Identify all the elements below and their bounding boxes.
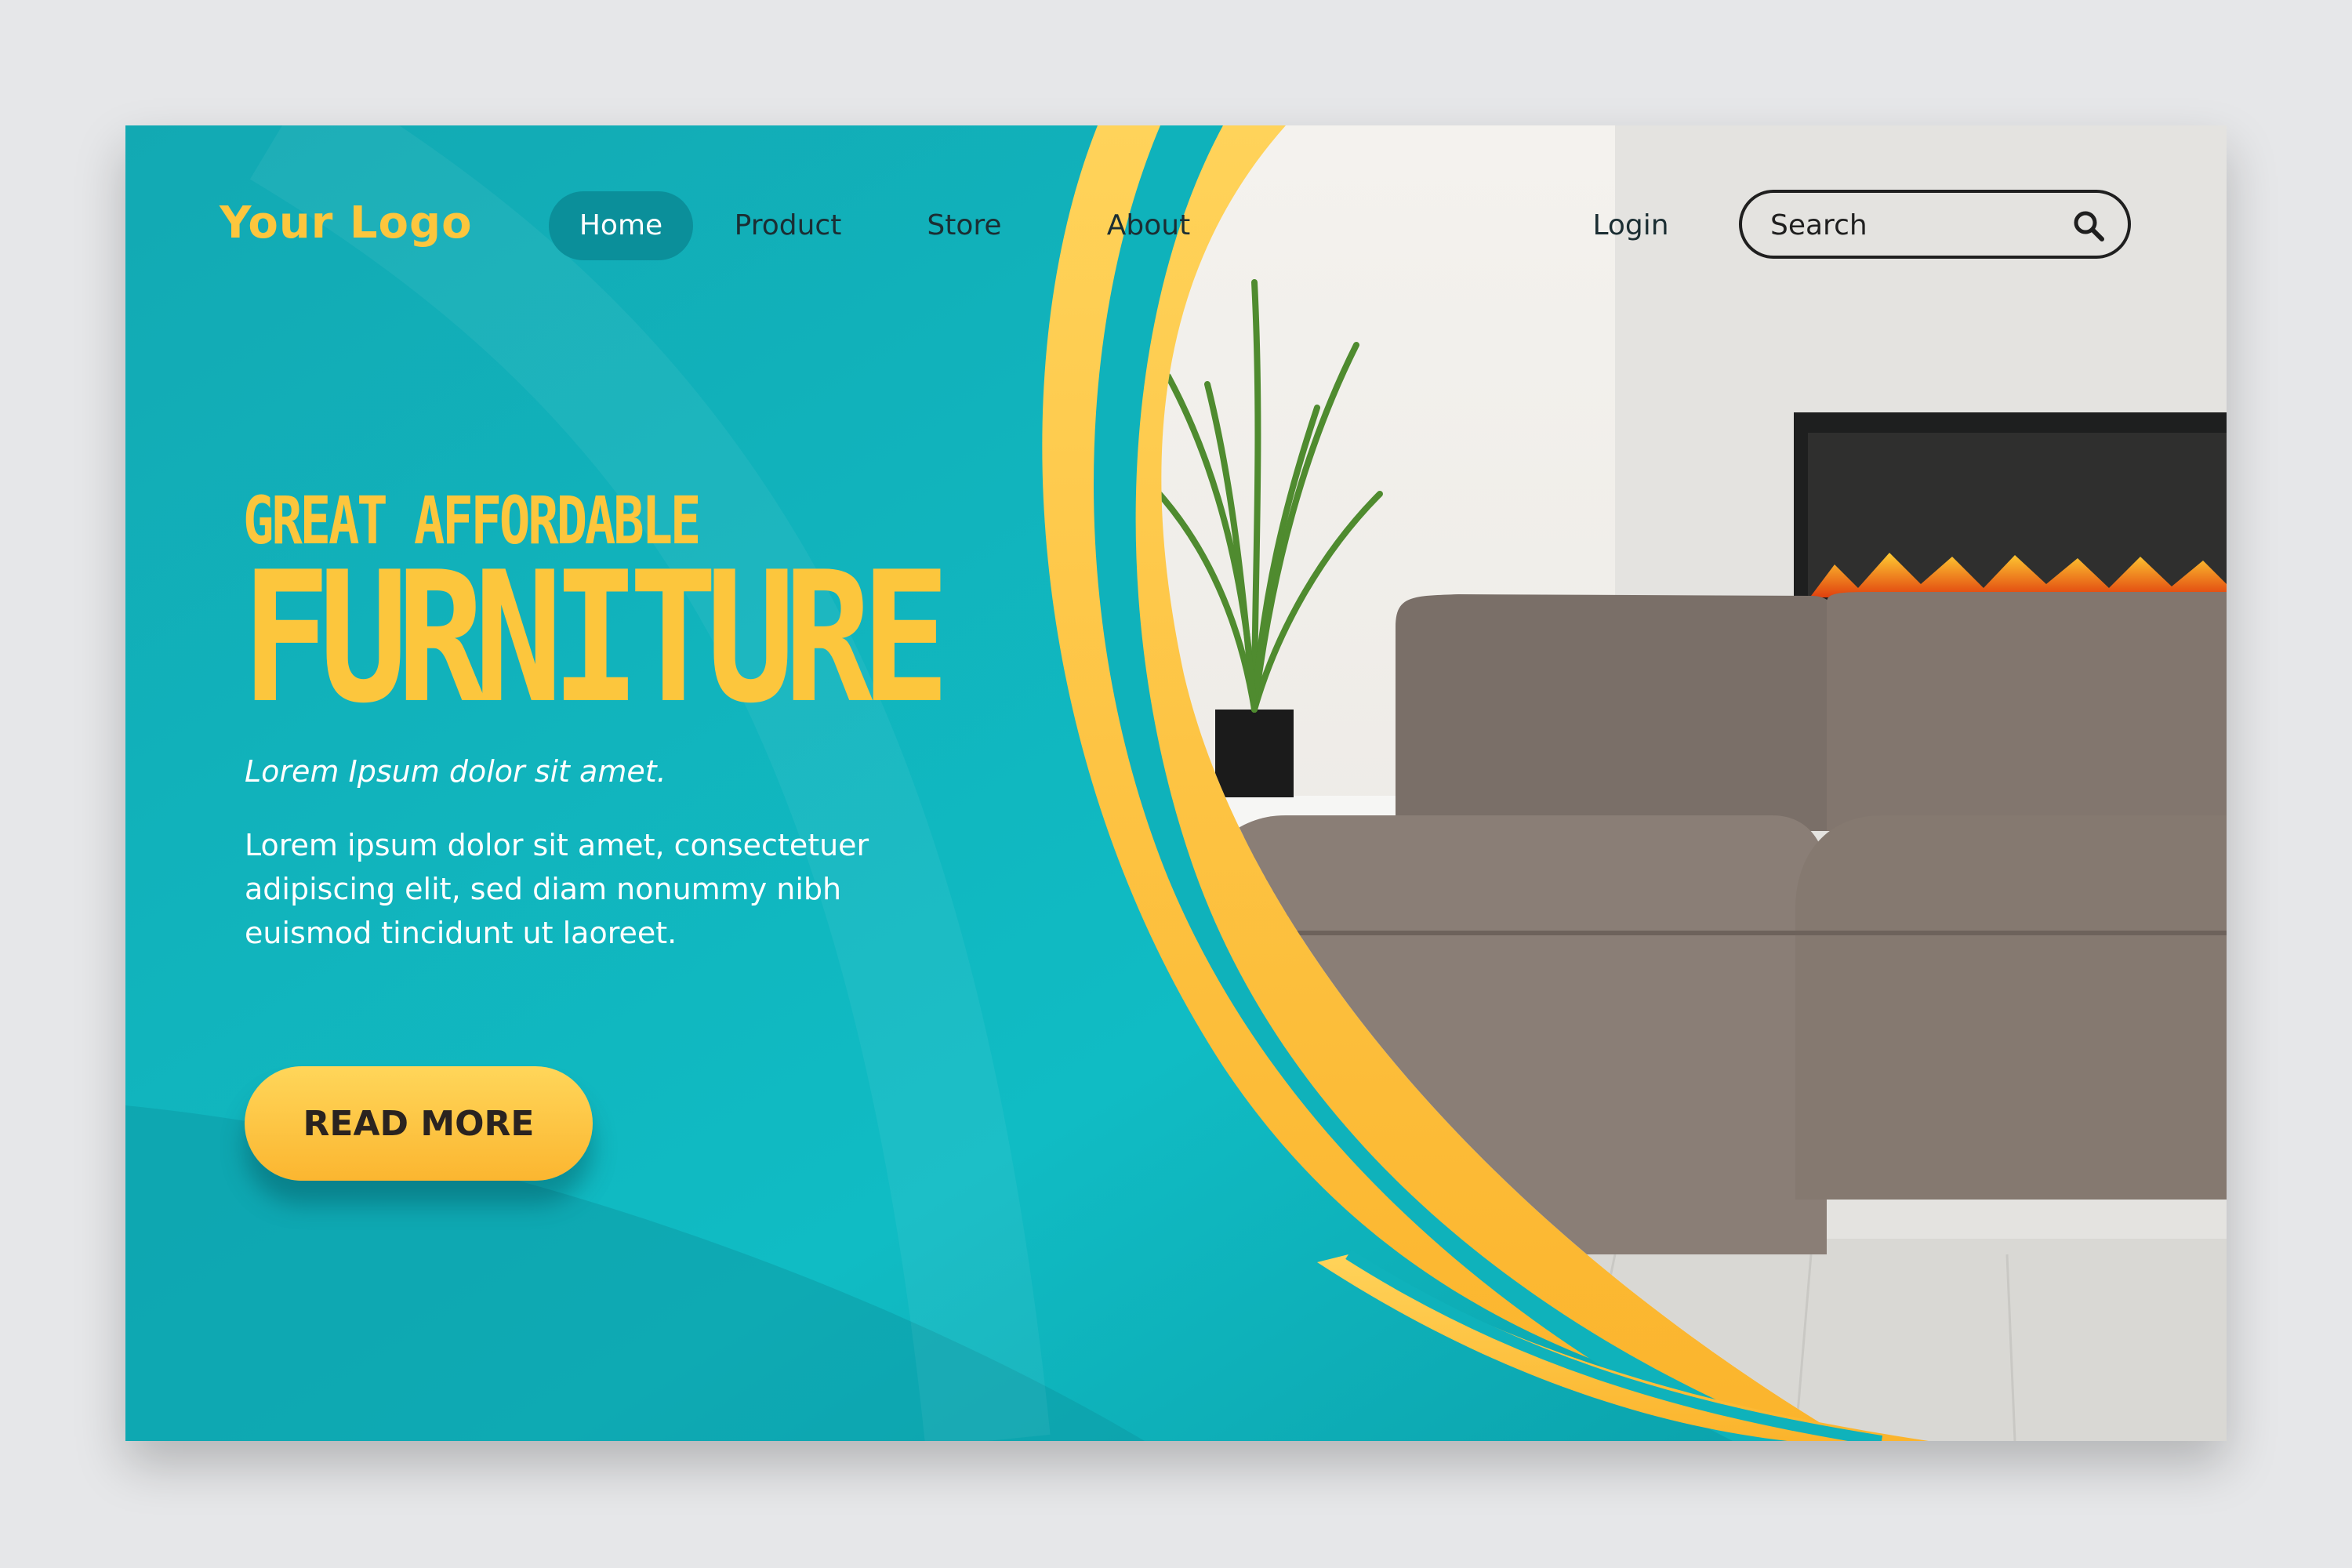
hero-title: FURNITURE	[241, 534, 950, 743]
read-more-button[interactable]: READ MORE	[245, 1066, 593, 1181]
search-box[interactable]	[1739, 190, 2131, 259]
hero-tagline: Lorem Ipsum dolor sit amet.	[245, 754, 666, 789]
landing-page: Your Logo Home Product Store About Login…	[125, 125, 2227, 1441]
hero-description: Lorem ipsum dolor sit amet, consectetuer…	[245, 828, 869, 950]
search-input[interactable]	[1769, 202, 2054, 248]
nav-home[interactable]: Home	[549, 191, 693, 260]
logo[interactable]: Your Logo	[220, 198, 473, 249]
nav-login[interactable]: Login	[1576, 191, 1686, 260]
nav-about[interactable]: About	[1090, 191, 1207, 260]
nav-store[interactable]: Store	[917, 191, 1011, 260]
nav-product[interactable]: Product	[721, 191, 855, 260]
search-icon[interactable]	[2071, 209, 2106, 243]
